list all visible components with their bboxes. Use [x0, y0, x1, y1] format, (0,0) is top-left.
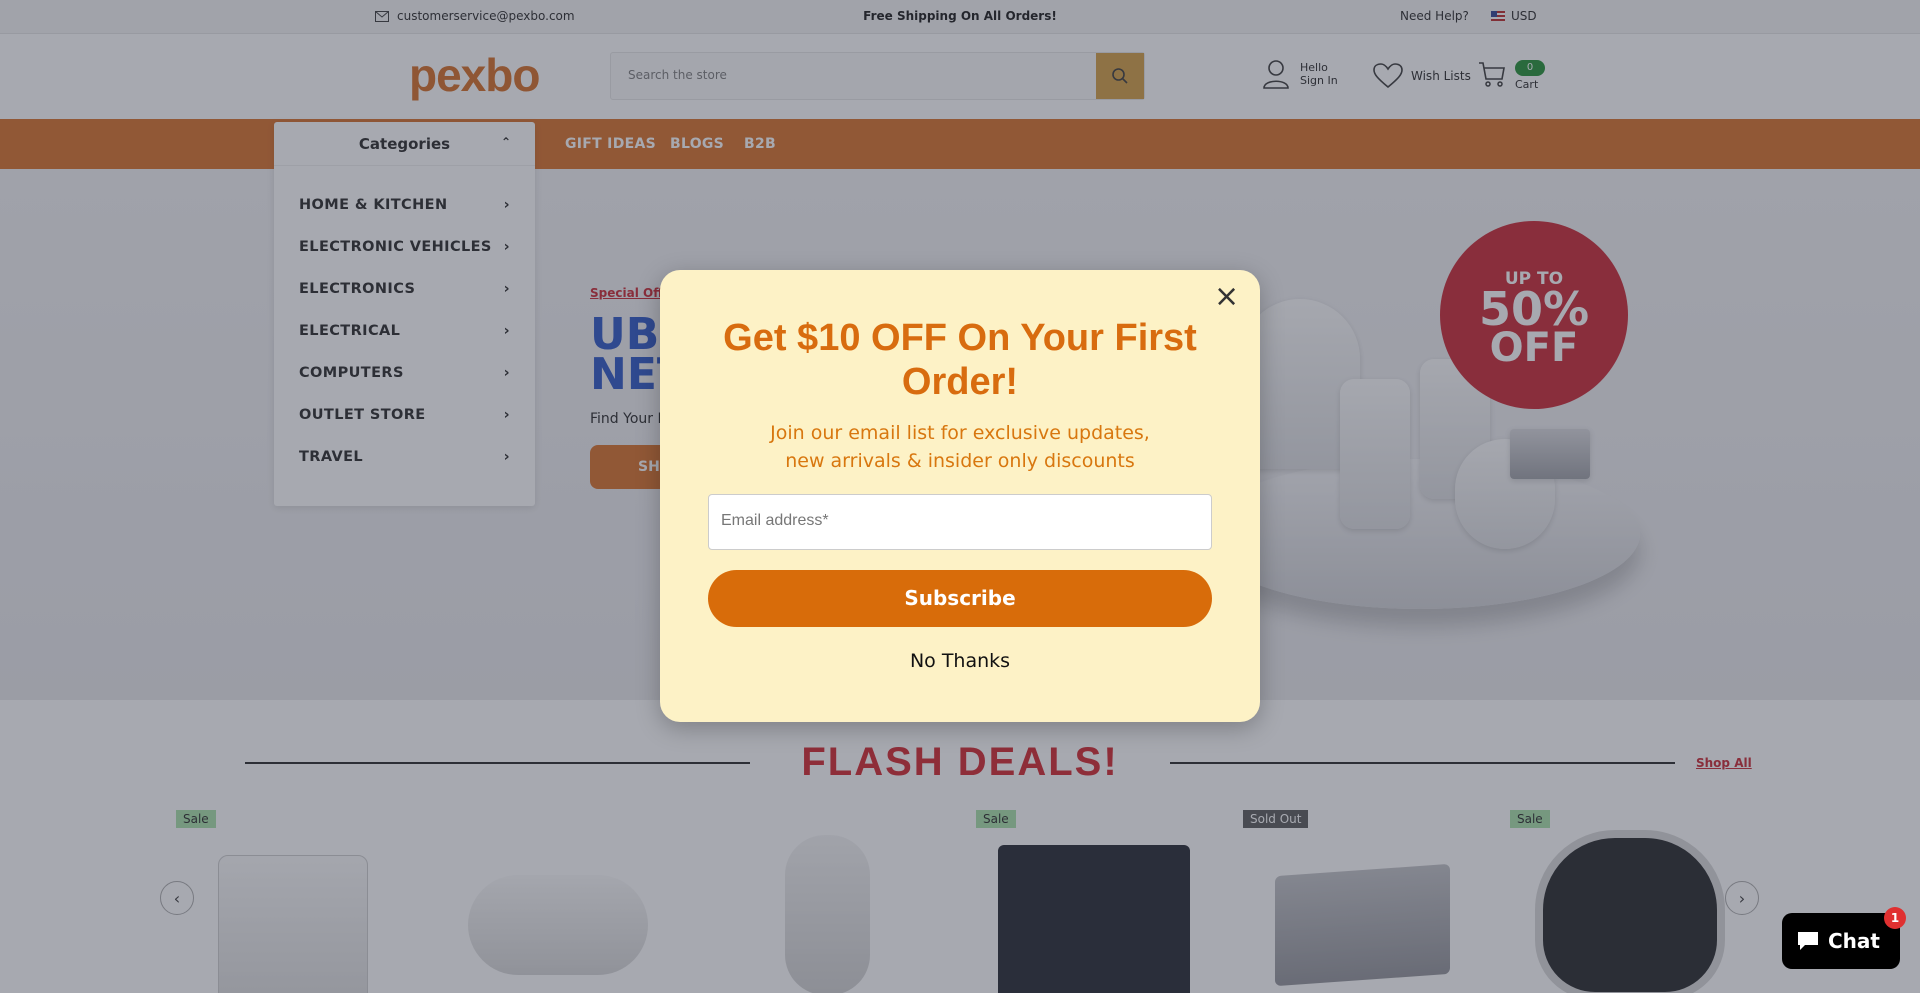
no-thanks-button[interactable]: No Thanks — [660, 650, 1260, 672]
close-icon[interactable]: × — [1214, 282, 1239, 312]
email-field[interactable]: Email address* — [708, 494, 1212, 550]
chat-button[interactable]: Chat 1 — [1782, 907, 1906, 969]
chat-label: Chat — [1828, 929, 1880, 953]
chat-bubble-icon — [1798, 932, 1818, 950]
subscribe-button[interactable]: Subscribe — [708, 570, 1212, 627]
newsletter-popup: × Get $10 OFF On Your First Order! Join … — [660, 270, 1260, 722]
popup-subtitle: Join our email list for exclusive update… — [770, 422, 1150, 472]
chat-notification-badge: 1 — [1884, 907, 1906, 929]
popup-title: Get $10 OFF On Your First Order! — [723, 317, 1197, 403]
